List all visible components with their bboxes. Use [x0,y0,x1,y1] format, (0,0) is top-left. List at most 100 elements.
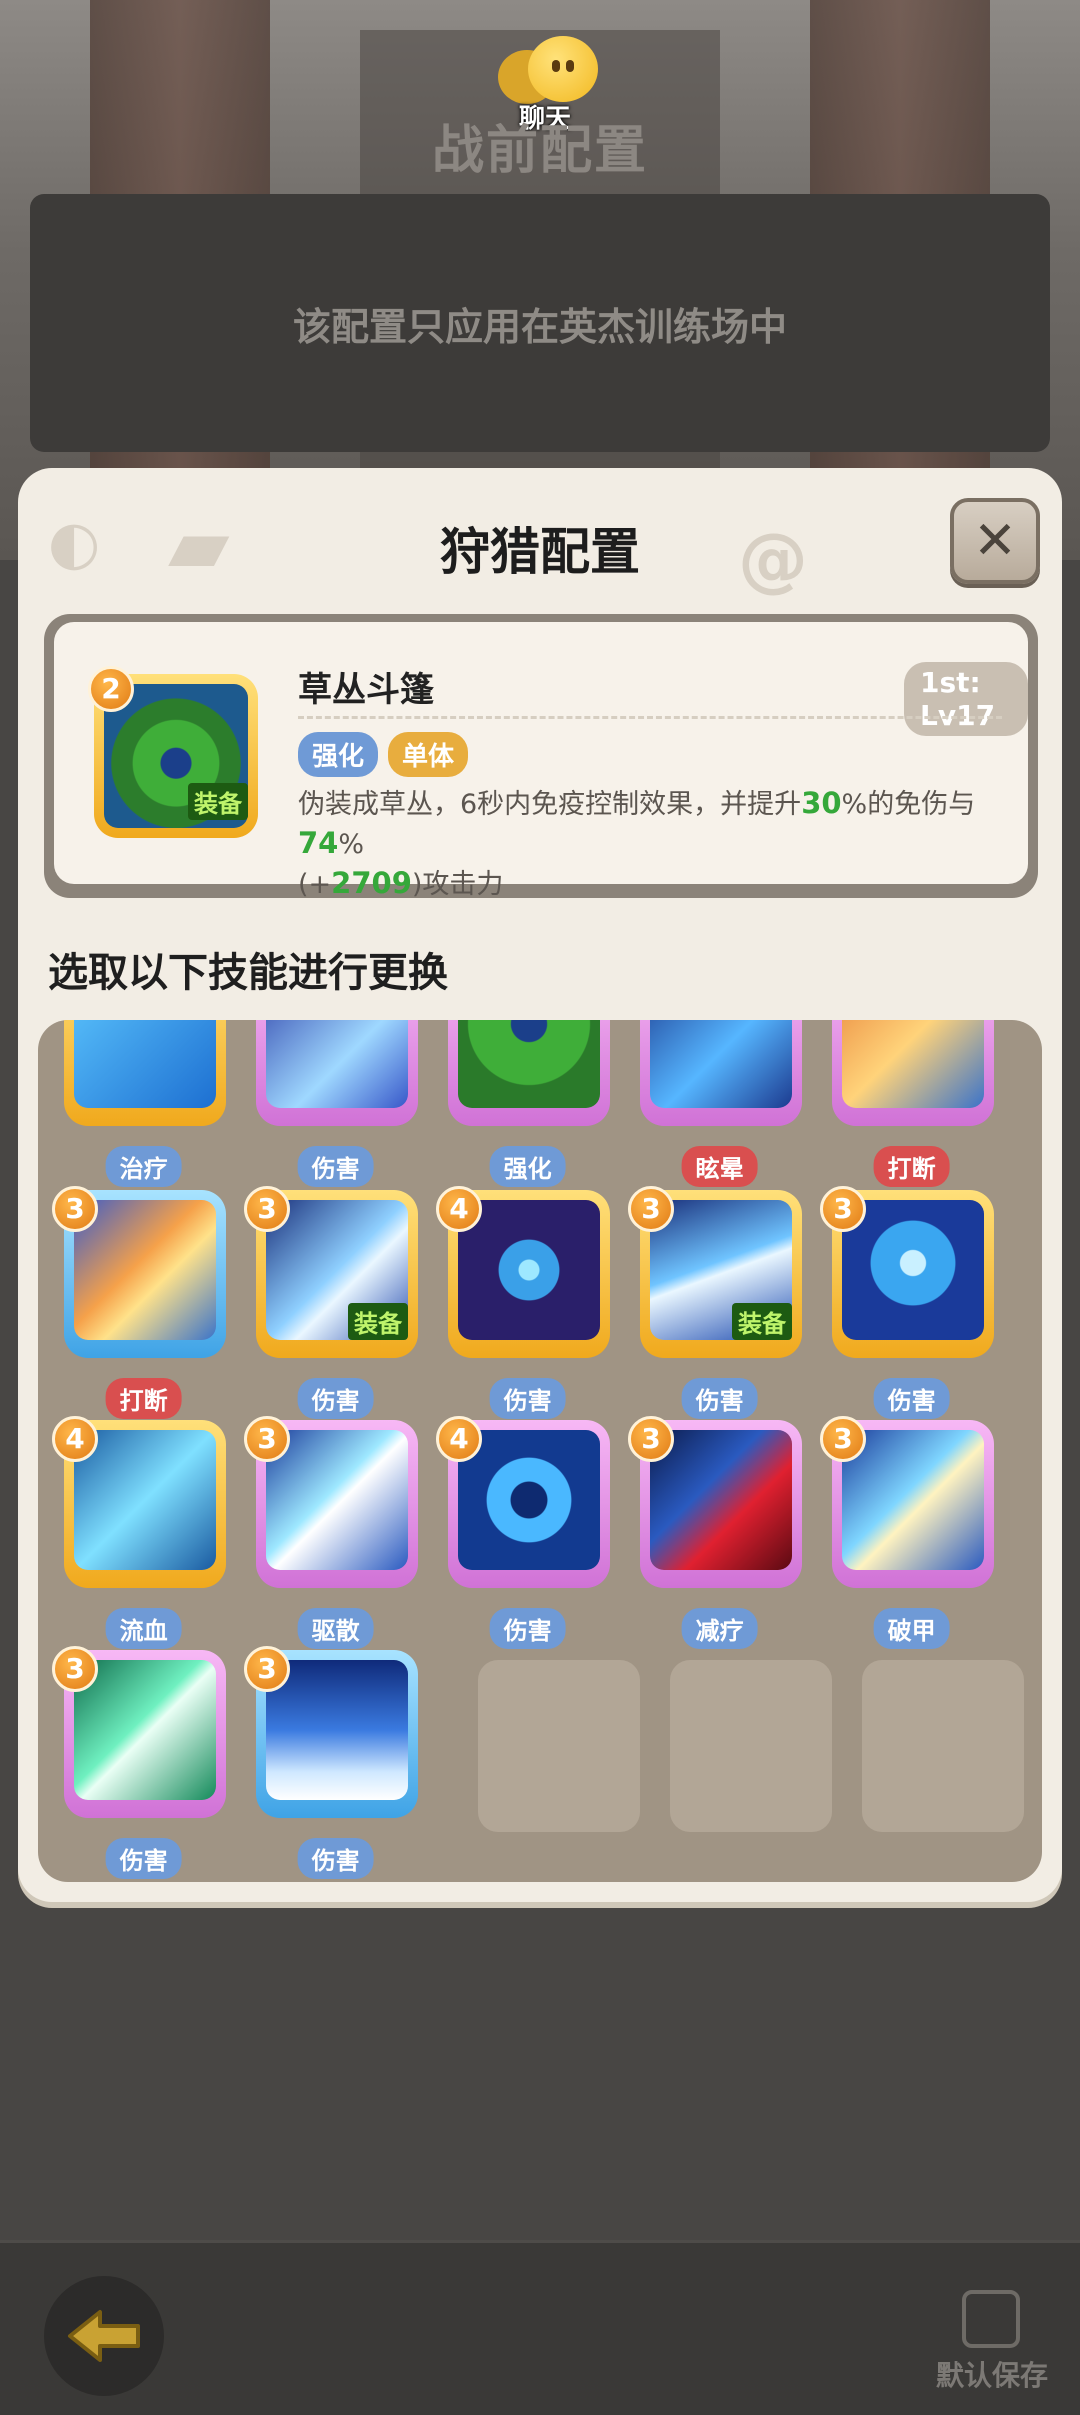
skill-category-badge: 伤害 [489,1378,566,1419]
skill-slot-swirl[interactable]: 4 伤害 [424,1186,616,1419]
skill-slot-vortex[interactable]: 4 伤害 [424,1416,616,1649]
desc-text: 伪装成草丛，6秒内免疫控制效果，并提升 [298,789,802,820]
level-badge: 4 [436,1186,482,1232]
stun-skill-art [650,1020,792,1108]
skill-slot-daggers[interactable]: 装备 3 伤害 [232,1186,424,1419]
tag-single-target: 单体 [388,732,469,777]
skill-slot-interrupt[interactable]: 打断 [808,1020,1000,1187]
skill-category-badge: 强化 [489,1146,566,1187]
level-badge: 3 [820,1416,866,1462]
skill-slot-ghost[interactable]: 3 伤害 [808,1186,1000,1419]
skill-category-badge: 伤害 [297,1146,374,1187]
close-button[interactable]: ✕ [950,498,1040,584]
fist-skill-art [842,1020,984,1108]
green-blade-skill-art [74,1660,216,1800]
selected-skill-icon[interactable]: 装备 2 [88,666,258,838]
skill-category-badge: 伤害 [873,1378,950,1419]
selected-skill-name: 草丛斗篷 [298,670,434,710]
desc-text: (+ [298,869,332,900]
skill-frame [832,1020,994,1126]
selected-skill-description: 伪装成草丛，6秒内免疫控制效果，并提升30%的免伤与 74% (+2709)攻击力 [298,784,1018,904]
empty-skill-slot [670,1660,832,1832]
empty-skill-slot [862,1660,1024,1832]
level-badge: 4 [52,1416,98,1462]
swirl-skill-art [458,1200,600,1340]
level-badge: 3 [628,1186,674,1232]
skill-slot-armor-break[interactable]: 3 破甲 [808,1416,1000,1649]
skill-frame [64,1020,226,1126]
equip-badge: 装备 [188,783,248,820]
tag-enhance: 强化 [298,732,379,777]
skill-slot-spears[interactable]: 装备 3 伤害 [616,1186,808,1419]
kunai-skill-art [74,1430,216,1570]
section-title: 选取以下技能进行更换 [48,950,448,996]
skill-category-badge: 治疗 [105,1146,182,1187]
skill-slot-interrupt-fist[interactable]: 3 打断 [40,1186,232,1419]
red-slash-skill-art [650,1430,792,1570]
skill-grid: 治疗 伤害 强化 眩晕 打断 3 打断 装备 3 伤害 4 伤害 装备 3 伤害… [38,1020,1042,1882]
level-badge: 3 [628,1416,674,1462]
level-badge: 3 [244,1416,290,1462]
back-button[interactable] [44,2276,164,2396]
desc-text: %的免伤与 [841,789,976,820]
divider [298,716,1002,719]
skill-slot-ice-spikes[interactable]: 3 伤害 [232,1646,424,1879]
skill-category-badge: 破甲 [873,1608,950,1649]
skill-slot-dispel[interactable]: 3 驱散 [232,1416,424,1649]
desc-value-attack-percent: 74 [298,826,339,860]
skill-slot-stun[interactable]: 眩晕 [616,1020,808,1187]
ghost-skill-art [842,1200,984,1340]
skill-category-badge: 伤害 [297,1838,374,1879]
fist-skill-art [74,1200,216,1340]
ice-skill-art [266,1020,408,1108]
skill-category-badge: 驱散 [297,1608,374,1649]
skill-frame [640,1020,802,1126]
skill-category-badge: 伤害 [105,1838,182,1879]
close-icon: ✕ [973,511,1017,571]
level-badge: 3 [244,1646,290,1692]
page-title: 战前配置 [431,121,648,181]
notice-text: 该配置只应用在英杰训练场中 [292,304,787,349]
desc-text: % [338,829,365,860]
skill-frame [448,1020,610,1126]
chat-smile-icon [528,36,598,102]
back-arrow-icon [68,2310,140,2362]
skill-category-badge: 减疗 [681,1608,758,1649]
default-save-label: 默认保存 [936,2359,1049,2392]
skill-category-badge: 伤害 [489,1608,566,1649]
hunting-config-panel: ◐ ▰ @ 狩猎配置 ✕ 装备 2 草丛斗篷 1st: Lv17 强化 单体 伪… [18,468,1062,1902]
bone-blade-skill-art [266,1430,408,1570]
equip-badge: 装备 [732,1303,792,1340]
desc-text: )攻击力 [411,869,504,900]
skill-slot-bush[interactable]: 强化 [424,1020,616,1187]
skill-category-badge: 伤害 [681,1378,758,1419]
level-requirement-badge: 1st: Lv17 [904,662,1028,736]
ice-spikes-skill-art [266,1660,408,1800]
skill-slot-ice[interactable]: 伤害 [232,1020,424,1187]
skill-slot-heal[interactable]: 治疗 [40,1020,232,1187]
default-save-checkbox[interactable] [962,2290,1020,2348]
desc-value-attack: 2709 [331,866,412,900]
heal-skill-art [74,1020,216,1108]
skill-slot-green-blade[interactable]: 3 伤害 [40,1646,232,1879]
level-badge: 4 [436,1416,482,1462]
skill-category-badge: 伤害 [297,1378,374,1419]
bush-skill-art [458,1020,600,1108]
notice-banner: 该配置只应用在英杰训练场中 [30,194,1050,452]
panel-title: 狩猎配置 [440,523,640,581]
level-badge: 3 [52,1646,98,1692]
horn-skill-art [842,1430,984,1570]
selected-skill-card: 装备 2 草丛斗篷 1st: Lv17 强化 单体 伪装成草丛，6秒内免疫控制效… [44,614,1038,900]
empty-skill-slot [478,1660,640,1832]
skill-category-badge: 打断 [873,1146,950,1187]
equip-badge: 装备 [348,1303,408,1340]
skill-slot-heal-reduction[interactable]: 3 减疗 [616,1416,808,1649]
skill-category-badge: 流血 [105,1608,182,1649]
level-badge: 2 [88,666,134,712]
level-badge: 3 [820,1186,866,1232]
vortex-skill-art [458,1430,600,1570]
selected-skill-card-inner: 装备 2 草丛斗篷 1st: Lv17 强化 单体 伪装成草丛，6秒内免疫控制效… [54,622,1028,900]
level-badge: 3 [52,1186,98,1232]
skill-category-badge: 眩晕 [681,1146,758,1187]
skill-slot-bleed[interactable]: 4 流血 [40,1416,232,1649]
